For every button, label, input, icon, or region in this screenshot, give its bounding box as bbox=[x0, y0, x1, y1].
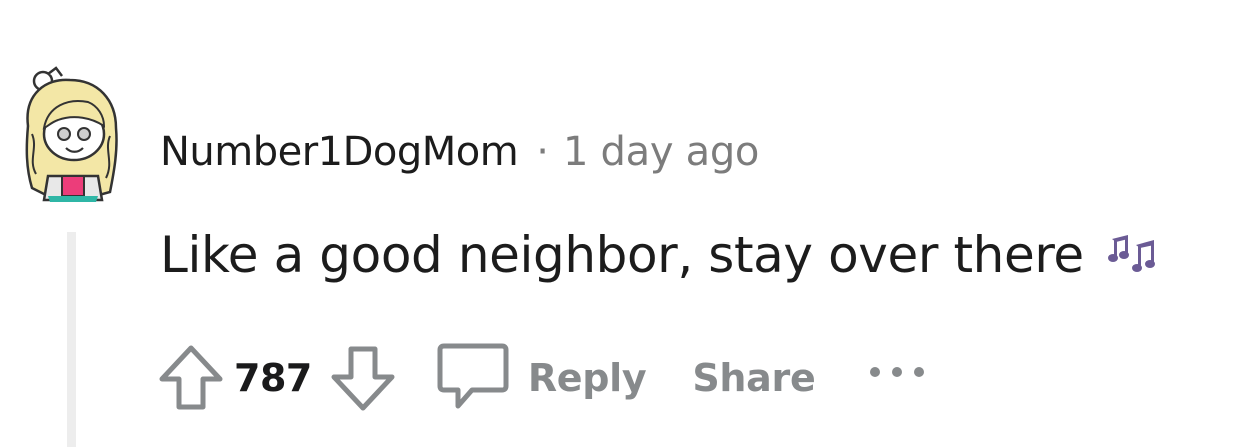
user-avatar[interactable] bbox=[18, 64, 130, 204]
downvote-arrow-icon bbox=[331, 346, 395, 411]
more-options-icon bbox=[870, 367, 925, 377]
share-button[interactable]: Share bbox=[692, 356, 815, 400]
comment-body: Like a good neighbor, stay over there bbox=[160, 222, 1162, 288]
comment-timestamp[interactable]: 1 day ago bbox=[563, 129, 759, 175]
snoo-avatar-icon bbox=[25, 66, 118, 202]
upvote-button[interactable] bbox=[150, 340, 232, 416]
comment-meta: Number1DogMom · 1 day ago bbox=[160, 124, 759, 180]
upvote-arrow-icon bbox=[159, 345, 223, 410]
author-name[interactable]: Number1DogMom bbox=[160, 129, 519, 175]
comment-actions: 787 Reply Share bbox=[150, 340, 929, 416]
reply-button[interactable]: Reply bbox=[434, 340, 647, 416]
thread-collapse-line[interactable] bbox=[67, 232, 76, 447]
comment-bubble-icon bbox=[437, 343, 509, 409]
meta-separator: · bbox=[536, 129, 549, 175]
comment: Number1DogMom · 1 day ago Like a good ne… bbox=[0, 0, 1236, 447]
reply-label: Reply bbox=[527, 356, 647, 400]
downvote-button[interactable] bbox=[322, 340, 404, 416]
vote-score: 787 bbox=[234, 356, 312, 400]
more-options-button[interactable] bbox=[865, 352, 929, 392]
comment-text: Like a good neighbor, stay over there bbox=[160, 226, 1084, 284]
music-notes-icon bbox=[1107, 235, 1155, 272]
